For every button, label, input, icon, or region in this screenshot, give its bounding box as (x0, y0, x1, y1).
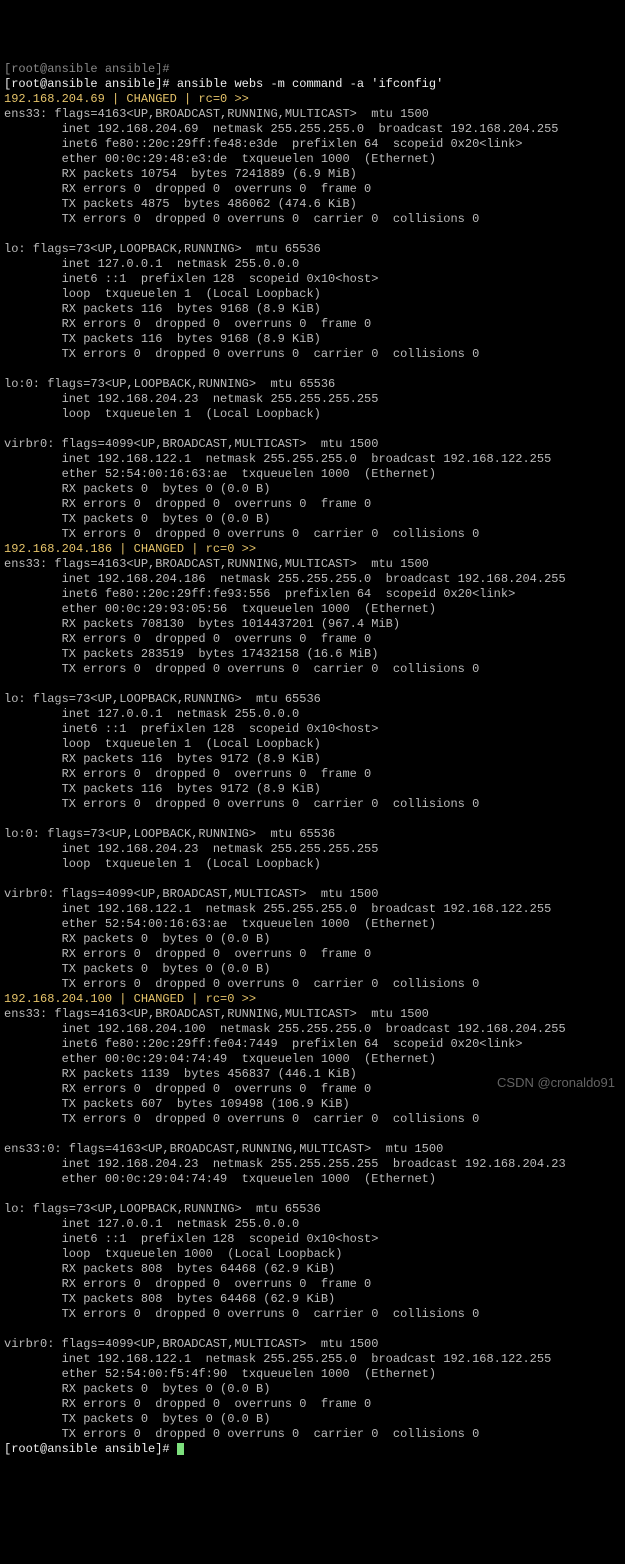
watermark-text: CSDN @cronaldo91 (497, 1075, 615, 1091)
prompt-prefix: [root@ansible ansible]# (4, 77, 177, 91)
terminal-output[interactable]: [root@ansible ansible]# [root@ansible an… (4, 62, 625, 1457)
cursor-icon (177, 1443, 184, 1455)
prompt-previous: [root@ansible ansible]# (4, 62, 170, 76)
host3-header: 192.168.204.100 | CHANGED | rc=0 >> (4, 992, 256, 1006)
prompt-end: [root@ansible ansible]# (4, 1442, 177, 1456)
host2-header: 192.168.204.186 | CHANGED | rc=0 >> (4, 542, 256, 556)
host1-header: 192.168.204.69 | CHANGED | rc=0 >> (4, 92, 249, 106)
host1-body: ens33: flags=4163<UP,BROADCAST,RUNNING,M… (4, 107, 559, 541)
command-text: ansible webs -m command -a 'ifconfig' (177, 77, 443, 91)
host3-body: ens33: flags=4163<UP,BROADCAST,RUNNING,M… (4, 1007, 566, 1441)
host2-body: ens33: flags=4163<UP,BROADCAST,RUNNING,M… (4, 557, 566, 991)
